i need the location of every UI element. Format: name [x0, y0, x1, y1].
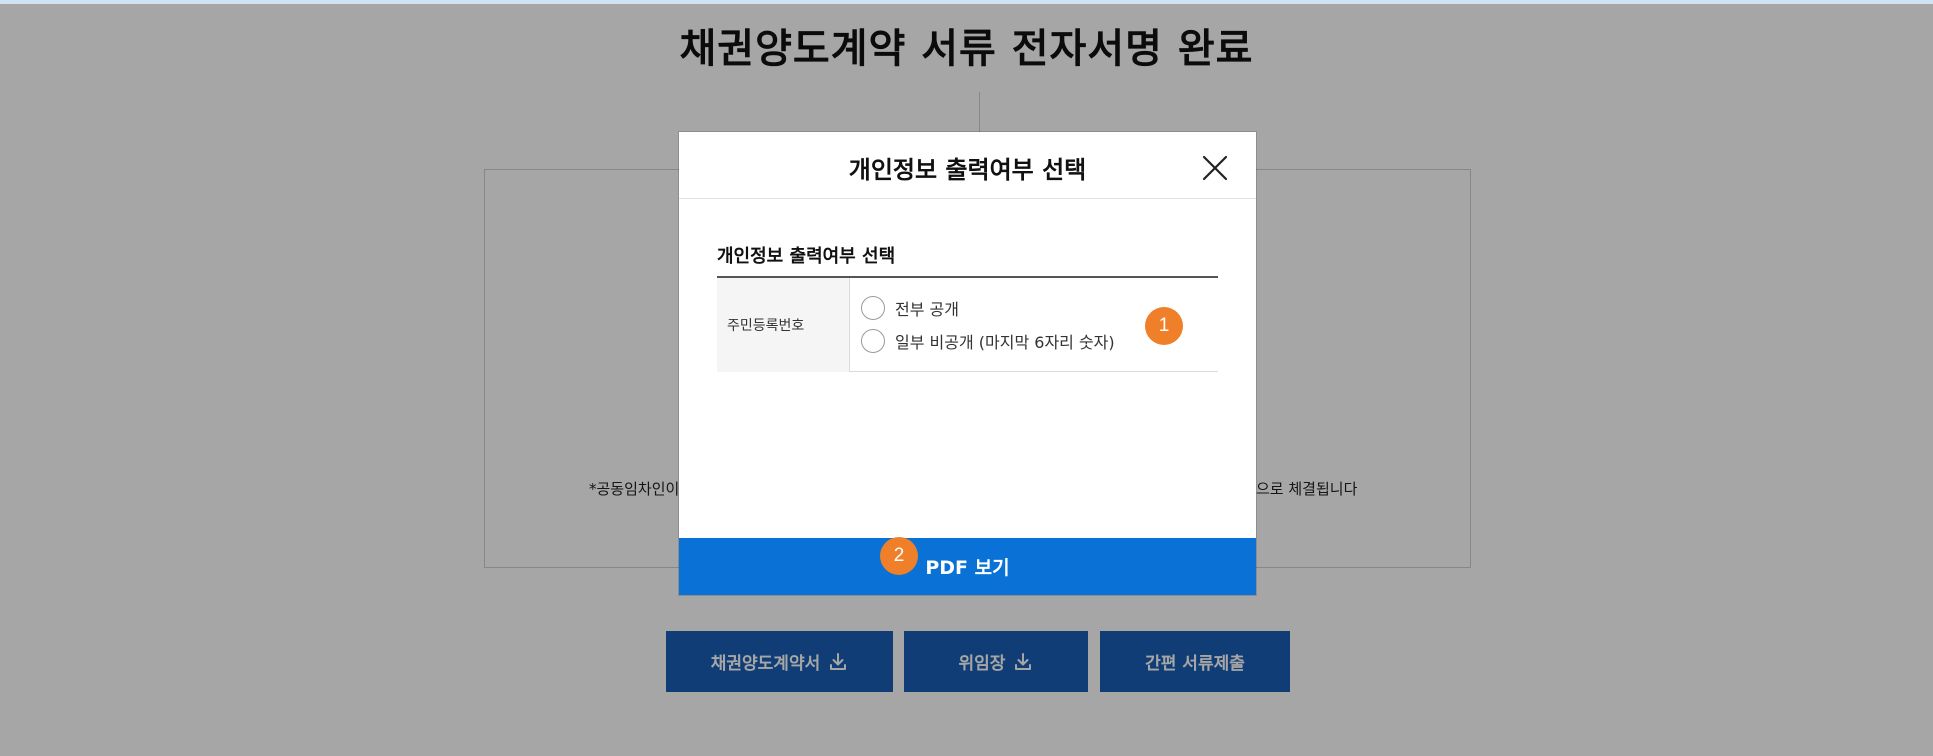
pdf-view-button[interactable]: PDF 보기 [679, 538, 1256, 595]
modal-title: 개인정보 출력여부 선택 [848, 156, 1087, 184]
modal-header: 개인정보 출력여부 선택 [679, 132, 1256, 199]
section-title: 개인정보 출력여부 선택 [717, 246, 896, 267]
radio-button[interactable] [861, 296, 885, 320]
close-icon [1202, 155, 1228, 181]
step-badge-2: 2 [880, 537, 918, 575]
pdf-view-label: PDF 보기 [925, 557, 1010, 579]
radio-option-partial-hidden[interactable]: 일부 비공개 (마지막 6자리 숫자) [861, 329, 1115, 353]
radio-label: 일부 비공개 (마지막 6자리 숫자) [895, 333, 1115, 352]
privacy-option-table: 주민등록번호 전부 공개 일부 비공개 (마지막 6자리 숫자) [717, 276, 1218, 372]
step-badge-1: 1 [1145, 307, 1183, 345]
privacy-output-modal: 개인정보 출력여부 선택 개인정보 출력여부 선택 주민등록번호 전부 공개 일… [679, 132, 1256, 595]
row-label-resident-number: 주민등록번호 [717, 278, 850, 372]
radio-option-full-disclosure[interactable]: 전부 공개 [861, 296, 959, 320]
radio-label: 전부 공개 [895, 300, 959, 319]
radio-button[interactable] [861, 329, 885, 353]
close-button[interactable] [1201, 154, 1229, 182]
